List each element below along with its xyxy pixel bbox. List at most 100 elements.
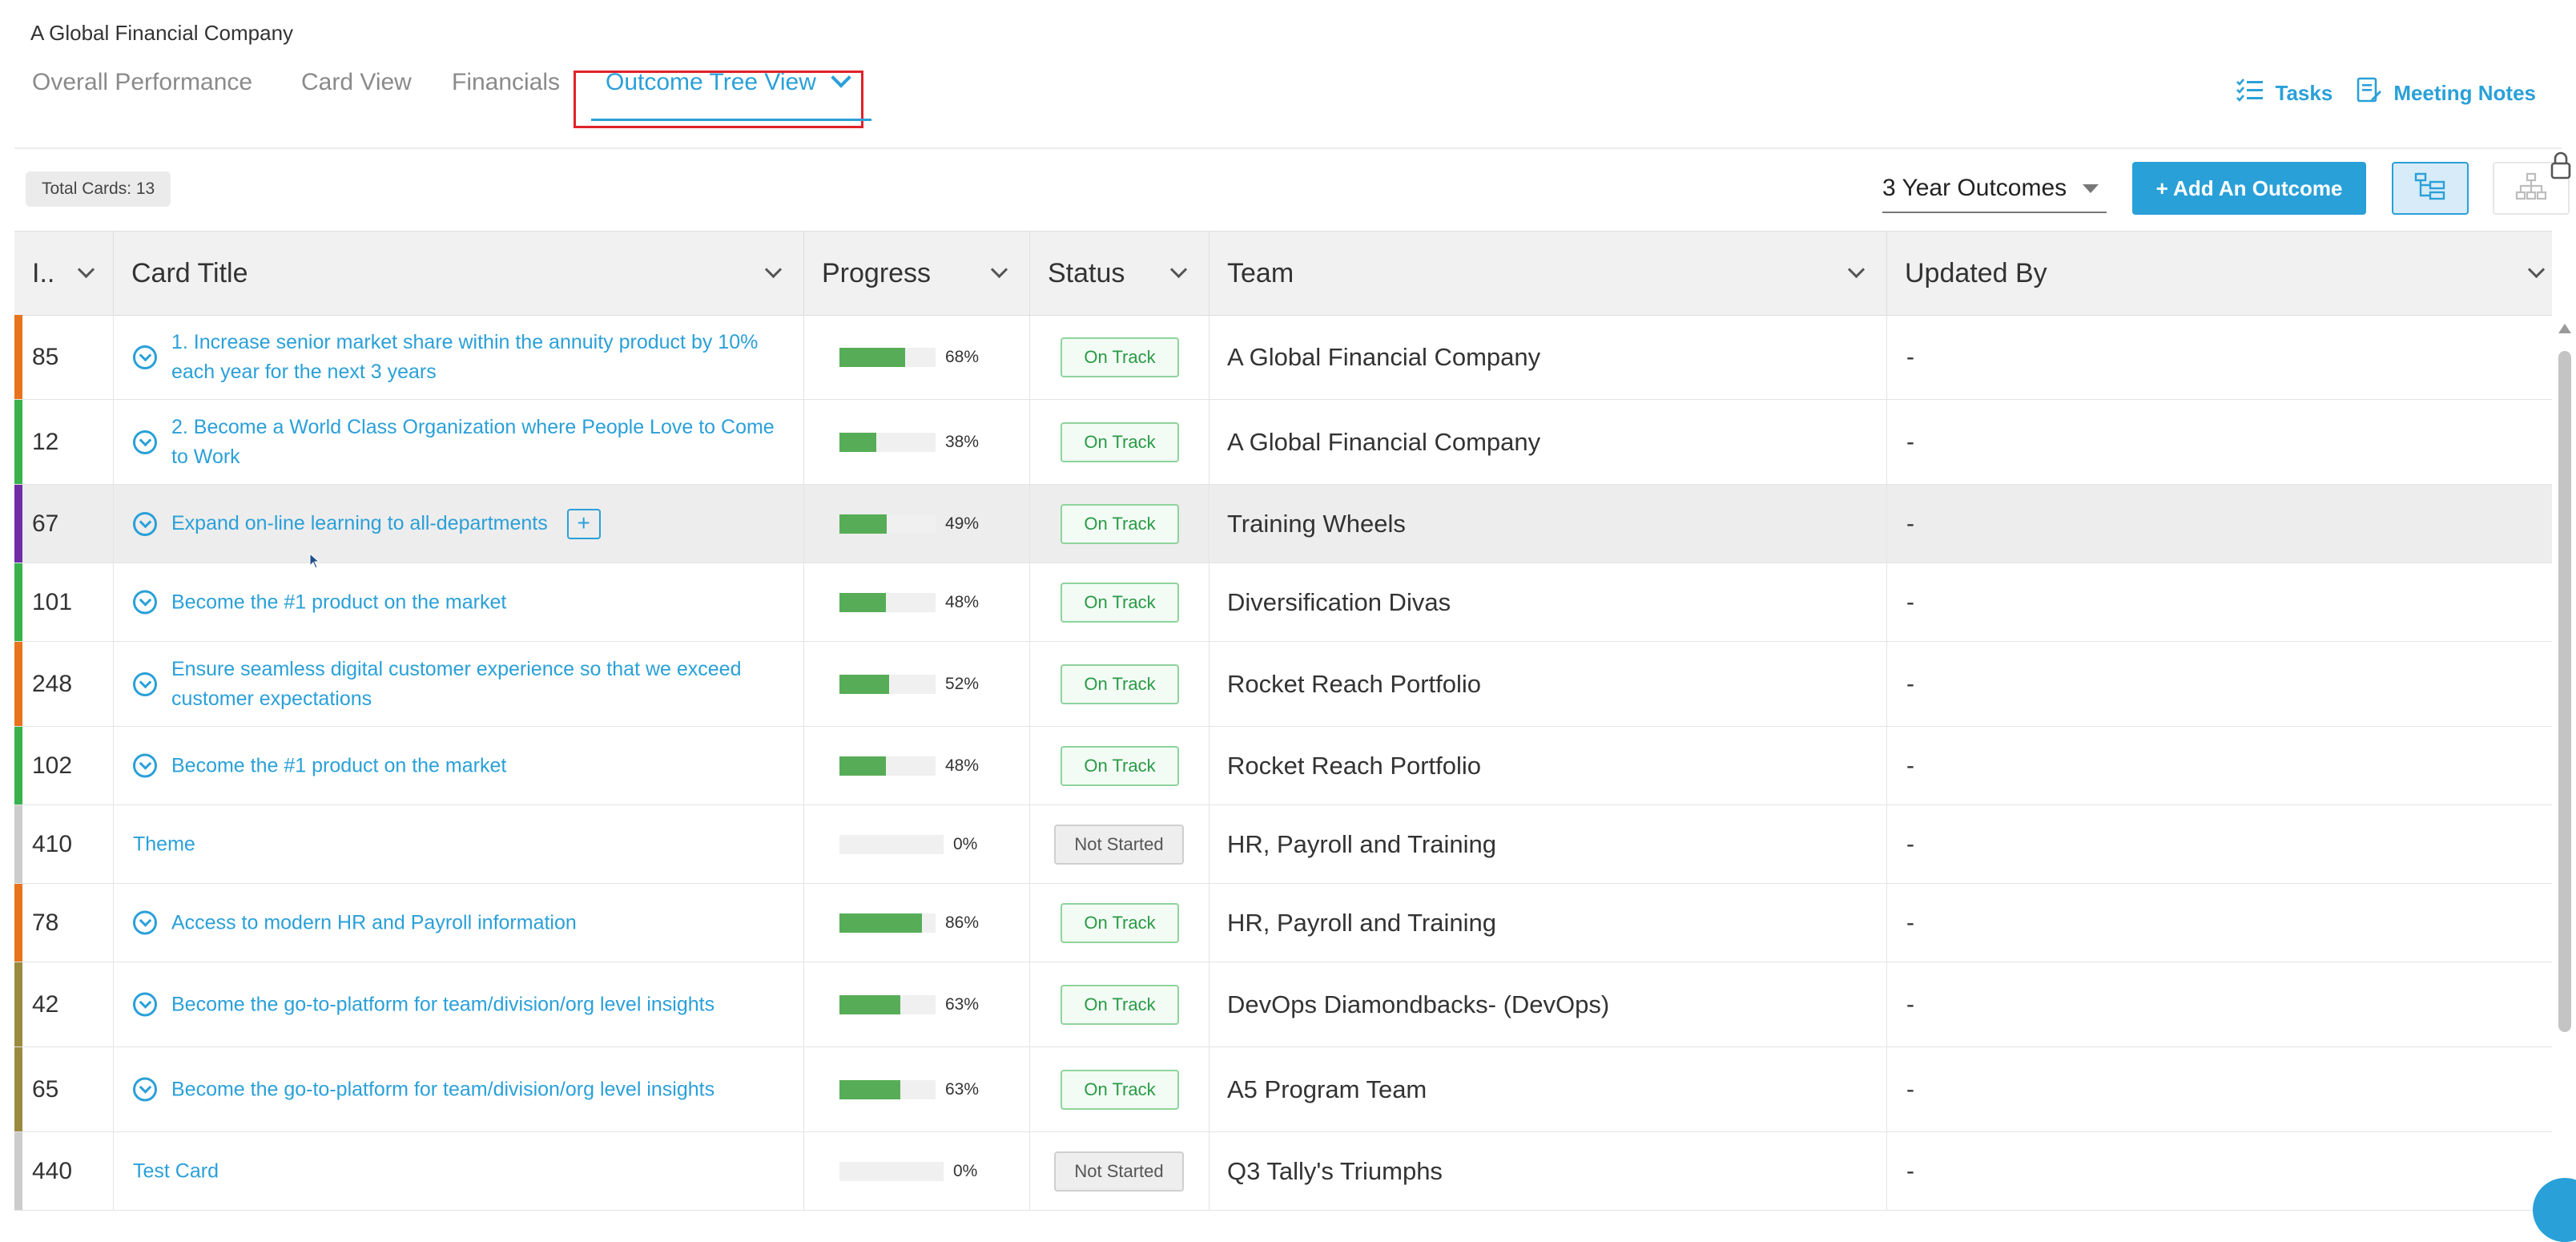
updated-by-value: - (1906, 343, 1914, 370)
table-row[interactable]: 440 Test Card 0% Not Started Q3 Tally's Triu… (14, 1132, 2552, 1211)
status-badge: Not Started (1054, 824, 1184, 865)
column-header-updated-by[interactable]: Updated By (1887, 232, 2552, 315)
card-title-cell: Test Card (114, 1132, 804, 1210)
tasks-label: Tasks (2275, 81, 2333, 105)
expand-chevron-icon[interactable] (133, 671, 157, 696)
mouse-cursor-icon (309, 552, 320, 573)
card-title-link[interactable]: Become the #1 product on the market (171, 587, 506, 617)
card-title-link[interactable]: 1. Increase senior market share within t… (171, 328, 787, 387)
team-cell: Training Wheels (1210, 485, 1887, 563)
team-cell: HR, Payroll and Training (1210, 805, 1887, 883)
table-row[interactable]: 101 Become the #1 product on the market 48… (14, 563, 2552, 642)
table-row[interactable]: 42 Become the go-to-platform for team/div… (14, 962, 2552, 1047)
card-title-link[interactable]: Access to modern HR and Payroll informat… (171, 908, 577, 938)
card-title-link[interactable]: Test Card (133, 1156, 219, 1186)
status-cell: On Track (1030, 400, 1210, 484)
card-title-link[interactable]: Expand on-line learning to all-departmen… (171, 509, 548, 538)
scrollbar-thumb[interactable] (2558, 351, 2571, 1032)
progress-cell: 49% (804, 485, 1030, 563)
expand-chevron-icon[interactable] (133, 345, 157, 369)
chevron-down-icon[interactable] (1169, 260, 1188, 279)
outcome-horizon-select[interactable]: 3 Year Outcomes (1882, 170, 2107, 213)
card-id: 440 (32, 1157, 73, 1184)
add-child-button[interactable]: + (566, 508, 601, 539)
column-header-card-title[interactable]: Card Title (114, 232, 804, 315)
progress-indicator: 0% (839, 1161, 977, 1181)
card-title-cell: Theme (114, 805, 804, 883)
table-row[interactable]: 12 2. Become a World Class Organization w… (14, 400, 2552, 485)
scroll-up-arrow-icon[interactable] (2558, 324, 2571, 333)
progress-indicator: 49% (839, 514, 979, 534)
column-header-status[interactable]: Status (1030, 232, 1210, 315)
progress-bar-fill (839, 756, 886, 776)
add-outcome-button[interactable]: + Add An Outcome (2132, 162, 2366, 215)
team-cell: Diversification Divas (1210, 563, 1887, 641)
card-id: 67 (32, 510, 59, 537)
column-header-team[interactable]: Team (1210, 232, 1887, 315)
card-title-cell: Access to modern HR and Payroll informat… (114, 884, 804, 962)
updated-by-value: - (1906, 588, 1914, 615)
table-row[interactable]: 65 Become the go-to-platform for team/div… (14, 1047, 2552, 1132)
card-title-link[interactable]: Become the #1 product on the market (171, 751, 506, 780)
expand-chevron-icon[interactable] (133, 590, 157, 615)
card-title-link[interactable]: Ensure seamless digital customer experie… (171, 655, 787, 714)
updated-by-cell: - (1887, 962, 2552, 1046)
expand-chevron-icon[interactable] (133, 511, 157, 536)
team-name: HR, Payroll and Training (1227, 908, 1496, 937)
card-title-link[interactable]: 2. Become a World Class Organization whe… (171, 413, 787, 472)
expand-chevron-icon[interactable] (133, 753, 157, 778)
status-cell: On Track (1030, 884, 1210, 962)
progress-indicator: 86% (839, 913, 979, 933)
card-title-cell: Become the go-to-platform for team/divis… (114, 962, 804, 1046)
progress-cell: 48% (804, 563, 1030, 641)
expand-chevron-icon[interactable] (133, 910, 157, 935)
table-row[interactable]: 410 Theme 0% Not Started HR, Payroll and Tra… (14, 805, 2552, 884)
lock-icon[interactable] (2549, 151, 2573, 183)
tasks-button[interactable]: Tasks (2236, 78, 2333, 109)
chevron-down-icon[interactable] (1847, 260, 1866, 279)
updated-by-cell: - (1887, 642, 2552, 726)
card-id: 65 (32, 1075, 59, 1103)
progress-percent: 63% (945, 1079, 980, 1099)
expand-chevron-icon[interactable] (133, 992, 157, 1017)
expand-chevron-icon[interactable] (133, 1077, 157, 1102)
progress-cell: 38% (804, 400, 1030, 484)
chevron-down-icon[interactable] (77, 260, 95, 279)
list-tree-view-button[interactable] (2392, 162, 2469, 215)
progress-bar (839, 994, 936, 1014)
tab-overall-performance[interactable]: Overall Performance (32, 69, 252, 96)
chevron-down-icon[interactable] (764, 260, 783, 279)
tab-financials[interactable]: Financials (452, 69, 560, 96)
chevron-down-icon[interactable] (2527, 260, 2546, 279)
id-cell: 67 (14, 485, 114, 563)
expand-chevron-icon[interactable] (133, 429, 157, 454)
card-title-link[interactable]: Become the go-to-platform for team/divis… (171, 1075, 714, 1104)
table-row[interactable]: 67 Expand on-line learning to all-departm… (14, 485, 2552, 563)
updated-by-cell: - (1887, 315, 2552, 399)
progress-bar (839, 674, 936, 694)
card-title-cell: 2. Become a World Class Organization whe… (114, 400, 804, 484)
tab-card-view[interactable]: Card View (301, 69, 412, 96)
status-badge: On Track (1061, 663, 1179, 704)
progress-cell: 0% (804, 805, 1030, 883)
table-row[interactable]: 102 Become the #1 product on the market 48… (14, 727, 2552, 805)
card-title-cell: Become the go-to-platform for team/divis… (114, 1047, 804, 1131)
table-row[interactable]: 248 Ensure seamless digital customer expe… (14, 642, 2552, 727)
column-header-progress[interactable]: Progress (804, 232, 1030, 315)
column-header-id[interactable]: I.. (14, 232, 114, 315)
chevron-down-icon[interactable] (990, 260, 1008, 279)
progress-bar-fill (839, 432, 876, 452)
progress-indicator: 52% (839, 674, 979, 694)
team-cell: Rocket Reach Portfolio (1210, 642, 1887, 726)
card-title-link[interactable]: Become the go-to-platform for team/divis… (171, 990, 714, 1019)
outcome-horizon-value: 3 Year Outcomes (1882, 175, 2067, 201)
card-title-link[interactable]: Theme (133, 829, 195, 859)
table-row[interactable]: 78 Access to modern HR and Payroll inform… (14, 884, 2552, 962)
meeting-notes-button[interactable]: Meeting Notes (2357, 77, 2536, 110)
vertical-scrollbar[interactable] (2555, 319, 2573, 1215)
card-id: 42 (32, 990, 59, 1018)
table-row[interactable]: 85 1. Increase senior market share within… (14, 315, 2552, 400)
notes-icon (2357, 77, 2382, 110)
progress-indicator: 0% (839, 834, 977, 854)
team-cell: DevOps Diamondbacks- (DevOps) (1210, 962, 1887, 1046)
